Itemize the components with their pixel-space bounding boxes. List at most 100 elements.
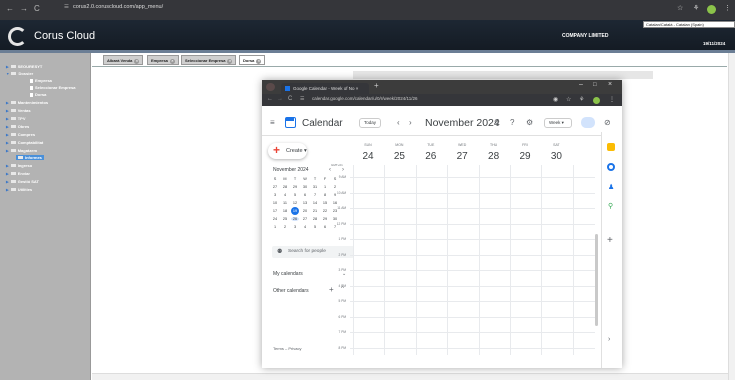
keep-icon[interactable] [607,143,615,151]
terms-privacy-link[interactable]: Terms – Privacy [273,346,301,351]
sidebar-item-tpv[interactable]: ▶ TPV [6,116,25,121]
mini-day[interactable]: 27 [301,217,309,221]
day-number[interactable]: 27 [452,151,472,162]
mini-day[interactable]: 12 [291,201,299,205]
day-number[interactable]: 30 [546,151,566,162]
search-icon[interactable]: ⚲ [494,118,500,127]
sidebar-item-dossier[interactable]: ▼ Dossier [6,71,33,76]
sidebar-item-magatzem[interactable]: ▶ Magatzem [6,148,37,153]
star-icon[interactable]: ☆ [566,96,571,103]
extensions-icon[interactable]: ⚘ [693,4,699,12]
mini-day[interactable]: 5 [311,225,319,229]
mini-day[interactable]: 4 [301,225,309,229]
tab-empresa[interactable]: Empresa × [147,55,179,65]
address-bar[interactable]: ☰ corus2.0.coruscloud.com/app_menu/ [64,4,163,10]
get-addons-icon[interactable]: + [607,235,613,246]
profile-avatar[interactable] [593,97,600,104]
minimize-icon[interactable]: – [579,81,583,88]
view-select[interactable]: Week ▾ [544,118,572,128]
tab-dorsa[interactable]: Dorsa × [239,55,266,65]
close-icon[interactable]: × [169,59,175,64]
help-icon[interactable]: ? [510,118,514,127]
horizontal-scrollbar[interactable] [92,373,728,380]
mini-day[interactable]: 14 [311,201,319,205]
close-window-icon[interactable]: × [608,81,612,88]
mini-day[interactable]: 19 [291,207,299,215]
mini-day[interactable]: 20 [301,209,309,213]
today-button[interactable]: Today [359,118,381,128]
prev-week-icon[interactable]: ‹ [397,118,400,127]
day-number[interactable]: 26 [421,151,441,162]
sidebar-item-enviar[interactable]: ▶ Enviar [6,171,30,176]
sidebar-item-seouresyt[interactable]: ▶ SEOURESYT [6,64,42,69]
tab-seleccionar-empresa[interactable]: Seleccionar Empresa × [181,55,237,65]
sidebar-item-gestio-sat[interactable]: ▶ Gestió SAT [6,179,39,184]
mini-day[interactable]: 3 [291,225,299,229]
mini-day[interactable]: 11 [281,201,289,205]
mini-day[interactable]: 16 [331,201,339,205]
mini-day[interactable]: 1 [321,185,329,189]
mini-day[interactable]: 31 [311,185,319,189]
sidebar-item-ventas[interactable]: ▶ Ventas [6,108,31,113]
tasks-icon[interactable] [607,163,615,171]
close-icon[interactable]: × [227,59,233,64]
mini-day[interactable]: 25 [281,217,289,221]
star-icon[interactable]: ☆ [677,4,683,12]
mini-day[interactable]: 26 [291,217,299,221]
calendar-browser-tab[interactable]: Google Calendar - Week of No × [281,83,369,94]
sidebar-item-obres[interactable]: ▶ Obres [6,124,29,129]
mini-day[interactable]: 30 [331,217,339,221]
mini-day[interactable]: 24 [271,217,279,221]
sidebar-item-ingreso[interactable]: ▶ Ingreso [6,163,32,168]
new-tab-icon[interactable]: + [374,81,379,90]
sidebar-item-mantenimientos[interactable]: ▶ Mantenimientos [6,100,48,105]
show-side-panel-icon[interactable]: › [608,336,610,343]
reload-icon[interactable]: C [288,96,292,102]
settings-icon[interactable]: ⚙ [526,118,533,127]
mini-day[interactable]: 5 [291,193,299,197]
calendar-address-bar[interactable]: ← → C ☰ calendar.google.com/calendar/u/0… [262,94,622,106]
forward-icon[interactable]: → [277,96,283,102]
day-number[interactable]: 24 [358,151,378,162]
close-icon[interactable]: × [256,59,262,64]
mini-day[interactable]: 18 [281,209,289,213]
mini-day[interactable]: 15 [321,201,329,205]
close-icon[interactable]: × [134,59,140,64]
site-info-icon[interactable]: ☰ [300,96,304,102]
main-menu-icon[interactable]: ≡ [270,118,275,127]
site-info-icon[interactable]: ☰ [64,4,69,10]
mini-day[interactable]: 6 [321,225,329,229]
day-number[interactable]: 28 [484,151,504,162]
mini-day[interactable]: 28 [281,185,289,189]
eye-icon[interactable]: ◉ [553,96,558,103]
mini-prev-icon[interactable]: ‹ [329,167,331,173]
mini-day[interactable]: 10 [271,201,279,205]
sidebar-item-comptabilitat[interactable]: ▶ Comptabilitat [6,140,43,145]
mini-day[interactable]: 29 [321,217,329,221]
my-calendars-header[interactable]: My calendars [273,271,303,277]
menu-icon[interactable]: ⋮ [724,4,731,12]
create-button[interactable]: + Create ▾ [268,143,307,159]
day-number[interactable]: 25 [389,151,409,162]
calendar-view-toggle[interactable] [581,117,595,128]
mini-day[interactable]: 22 [321,209,329,213]
back-icon[interactable]: ← [6,4,14,13]
mini-day[interactable]: 21 [311,209,319,213]
mini-day[interactable]: 7 [311,193,319,197]
vertical-scrollbar[interactable] [728,53,735,380]
sidebar-item-empresa[interactable]: Empresa [30,78,52,83]
mini-day[interactable]: 1 [271,225,279,229]
sidebar-item-informes[interactable]: Informes [16,155,44,160]
grid-scrollbar[interactable] [595,234,598,326]
sidebar-item-utilities[interactable]: ▶ Utilities [6,187,32,192]
mini-day[interactable]: 7 [331,225,339,229]
day-number[interactable]: 29 [515,151,535,162]
contacts-icon[interactable]: ♟ [608,183,614,191]
mini-day[interactable]: 29 [291,185,299,189]
mini-day[interactable]: 27 [271,185,279,189]
mini-next-icon[interactable]: › [342,167,344,173]
menu-icon[interactable]: ⋮ [609,96,615,103]
mini-day[interactable]: 4 [281,193,289,197]
tasks-view-icon[interactable]: ⊘ [604,118,611,127]
maps-icon[interactable]: ⚲ [608,202,613,210]
